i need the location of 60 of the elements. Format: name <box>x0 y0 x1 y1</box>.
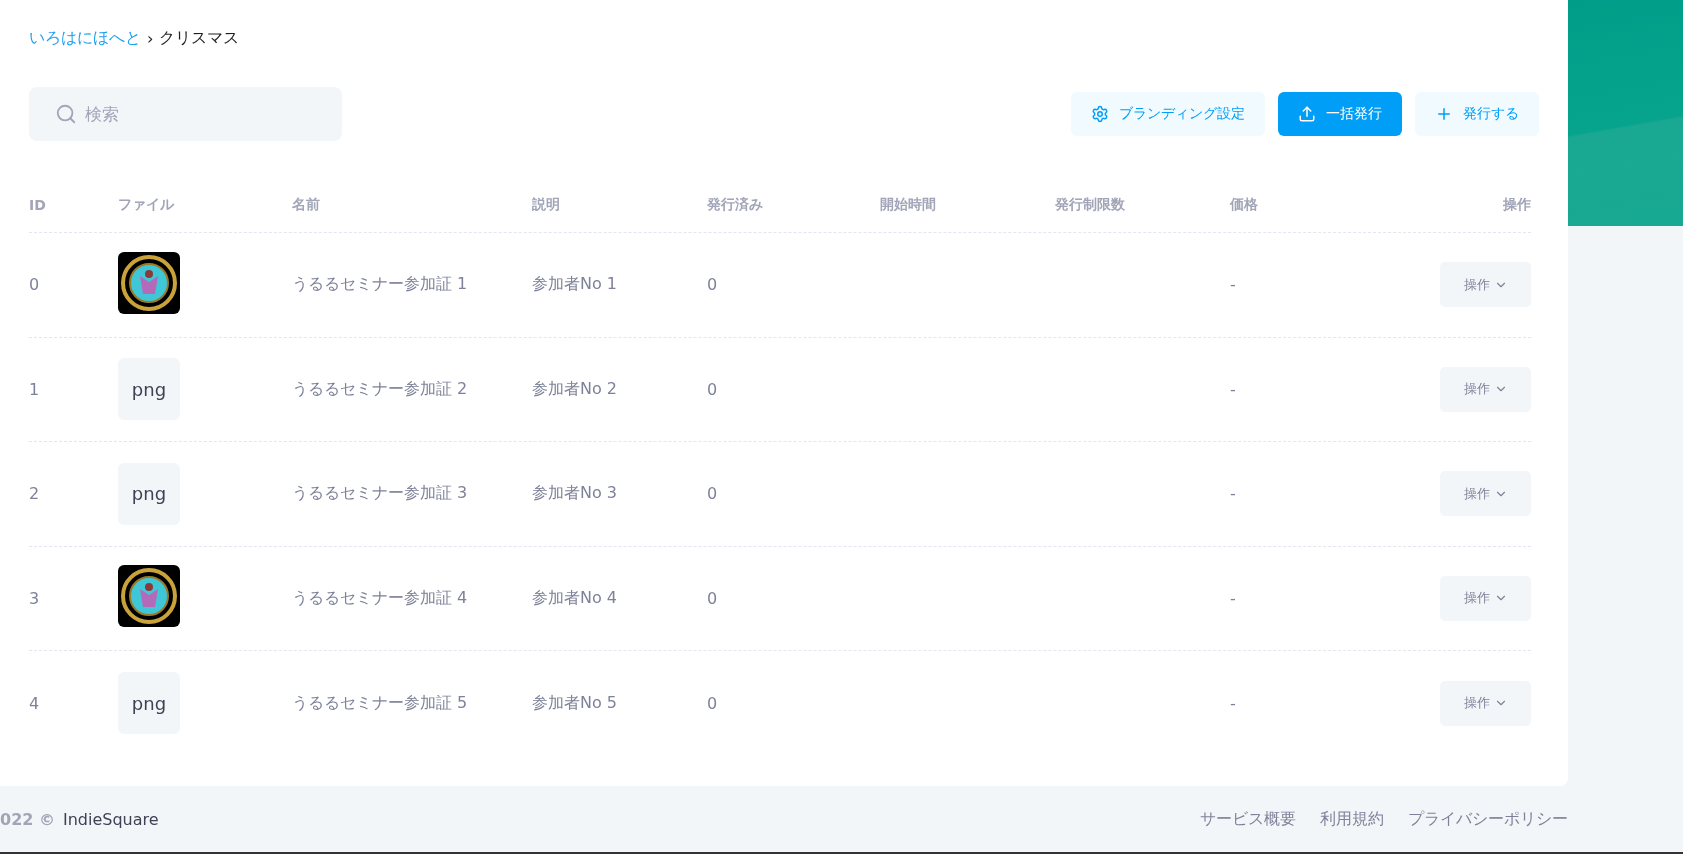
description-cell-text: 参加者No 2 <box>532 378 619 400</box>
column-header: 説明 <box>532 195 561 214</box>
file-type-thumbnail: png <box>118 358 180 421</box>
column-header: 操作 <box>1502 195 1531 214</box>
column-header: 発行済み <box>707 195 764 214</box>
actions-dropdown-button[interactable]: 操作 <box>1440 262 1531 308</box>
gear-icon <box>1091 105 1109 123</box>
name-cell-text: うるるセミナー参加証 1 <box>292 274 469 296</box>
footer-link[interactable]: サービス概要 <box>1200 808 1296 830</box>
copyright-text: 022 © <box>0 809 55 829</box>
description-cell-text: 参加者No 1 <box>532 274 619 296</box>
name-cell-text: うるるセミナー参加証 2 <box>292 378 469 400</box>
issued-cell-text: 0 <box>707 484 719 504</box>
id-cell-text: 4 <box>29 693 41 713</box>
id-cell-text: 3 <box>29 588 41 608</box>
search-field[interactable]: 検索 <box>29 87 342 141</box>
column-header: 発行制限数 <box>1055 195 1126 214</box>
upload-icon <box>1298 105 1316 123</box>
name-cell-text: うるるセミナー参加証 3 <box>292 483 469 505</box>
actions-dropdown-button[interactable]: 操作 <box>1440 575 1531 621</box>
issued-cell-text: 0 <box>707 693 719 713</box>
price-cell-text: - <box>1230 379 1237 399</box>
description-cell-text: 参加者No 5 <box>532 692 619 714</box>
actions-dropdown-button[interactable]: 操作 <box>1440 471 1531 517</box>
actions-dropdown-button[interactable]: 操作 <box>1440 366 1531 412</box>
name-cell-text: うるるセミナー参加証 4 <box>292 587 469 609</box>
price-cell-text: - <box>1230 588 1237 608</box>
price-cell-text: - <box>1230 275 1237 295</box>
name-cell-text: うるるセミナー参加証 5 <box>292 692 469 714</box>
column-header: ファイル <box>118 195 175 214</box>
column-header: 名前 <box>292 195 321 214</box>
search-icon <box>55 103 77 125</box>
file-type-thumbnail: png <box>118 672 180 735</box>
breadcrumb-current: クリスマス <box>159 27 240 49</box>
column-header: ID <box>29 196 47 213</box>
plus-icon <box>1435 105 1453 123</box>
footer-link[interactable]: プライバシーポリシー <box>1408 808 1568 830</box>
breadcrumb-link[interactable]: いろはにほへと <box>29 27 141 49</box>
toolbar-button[interactable]: 一括発行 <box>1278 92 1402 136</box>
id-cell-text: 0 <box>29 275 41 295</box>
toolbar-button[interactable]: ブランディング設定 <box>1071 92 1265 136</box>
file-type-thumbnail: png <box>118 462 180 525</box>
column-header: 開始時間 <box>880 195 937 214</box>
actions-dropdown-button[interactable]: 操作 <box>1440 680 1531 726</box>
description-cell-text: 参加者No 3 <box>532 483 619 505</box>
column-header: 価格 <box>1230 195 1259 214</box>
brand-link[interactable]: IndieSquare <box>62 809 159 829</box>
footer-link[interactable]: 利用規約 <box>1320 808 1384 830</box>
issued-cell-text: 0 <box>707 379 719 399</box>
id-cell-text: 2 <box>29 484 41 504</box>
issued-cell-text: 0 <box>707 275 719 295</box>
price-cell-text: - <box>1230 693 1237 713</box>
toolbar-button[interactable]: 発行する <box>1415 92 1539 136</box>
id-cell-text: 1 <box>29 379 41 399</box>
breadcrumb-separator: › <box>147 28 154 48</box>
issued-cell-text: 0 <box>707 588 719 608</box>
description-cell-text: 参加者No 4 <box>532 587 619 609</box>
price-cell-text: - <box>1230 484 1237 504</box>
emblem-thumbnail-drawing <box>118 565 180 628</box>
emblem-thumbnail-drawing <box>118 251 180 314</box>
